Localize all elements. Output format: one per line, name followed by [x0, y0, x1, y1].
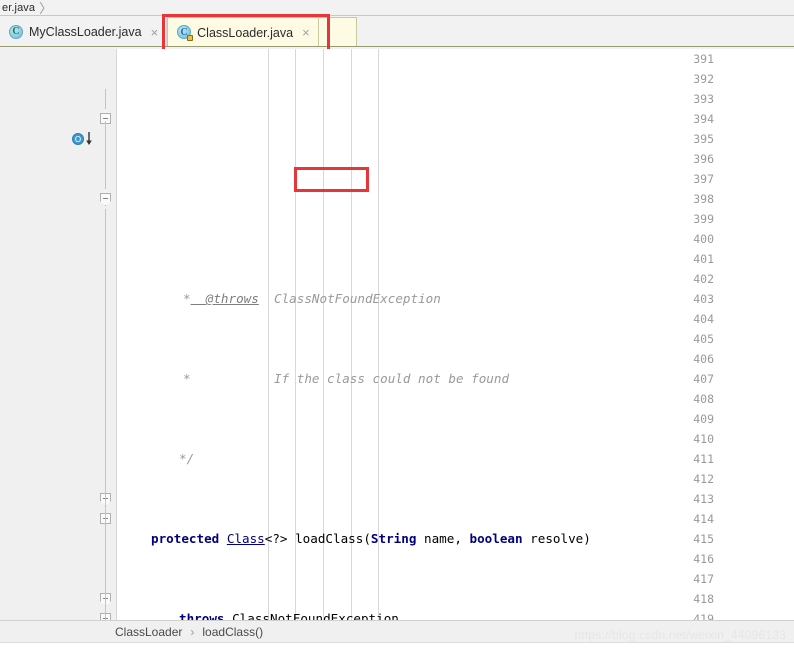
fold-marker-397[interactable]: [100, 189, 113, 209]
watermark-text: https://blog.csdn.net/weixin_44096133: [574, 628, 786, 642]
code-line: throws ClassNotFoundException: [179, 611, 399, 620]
breadcrumb-class[interactable]: ClassLoader: [115, 625, 182, 639]
fold-marker-416[interactable]: [100, 609, 113, 620]
top-breadcrumb-text: er.java: [2, 1, 36, 14]
editor-gutter[interactable]: [0, 49, 117, 620]
breadcrumb-method[interactable]: loadClass(): [202, 625, 263, 639]
code-editor[interactable]: 391 392 393 394 395 396 397 398 399 400 401 402 403 4…: [0, 49, 794, 620]
editor-tab-bar: C MyClassLoader.java × C ClassLoader.jav…: [0, 16, 794, 48]
tab-bar-filler: [318, 17, 357, 47]
code-line: * If the class could not be found: [183, 371, 510, 386]
top-breadcrumb-chevron-icon: 〉: [39, 1, 53, 16]
tab-classloader-java[interactable]: C ClassLoader.java ×: [167, 17, 319, 47]
tab-close-icon[interactable]: ×: [302, 26, 310, 39]
code-line: protected Class<?> loadClass(String name…: [151, 531, 591, 546]
top-breadcrumb-strip: er.java 〉: [0, 0, 794, 16]
method-override-icon[interactable]: O: [72, 129, 98, 149]
breadcrumb-separator-icon: ›: [190, 624, 195, 639]
fold-marker-394[interactable]: [100, 109, 113, 129]
java-class-locked-icon: C: [177, 25, 194, 41]
fold-region-line: [105, 121, 106, 189]
tab-close-icon[interactable]: ×: [151, 26, 159, 39]
override-marker-glyph: O: [72, 133, 84, 145]
status-bar: [0, 642, 794, 660]
fold-marker-411[interactable]: [100, 509, 113, 529]
code-line: */: [179, 451, 195, 466]
tab-label: ClassLoader.java: [197, 25, 294, 40]
fold-marker-410[interactable]: [100, 489, 113, 509]
java-class-icon: C: [9, 24, 24, 40]
code-line: * @throws ClassNotFoundException: [183, 291, 441, 306]
tab-label: MyClassLoader.java: [29, 25, 142, 39]
arrow-down-icon: [86, 132, 92, 145]
tab-myclassloader-java[interactable]: C MyClassLoader.java ×: [0, 17, 168, 47]
idea-editor-window: er.java 〉 C MyClassLoader.java × C Class…: [0, 0, 794, 660]
fold-region-line: [105, 89, 106, 109]
fold-marker-415[interactable]: [100, 589, 113, 609]
code-text-area[interactable]: * @throws ClassNotFoundException * If th…: [117, 49, 794, 620]
fold-region-line: [105, 209, 106, 620]
